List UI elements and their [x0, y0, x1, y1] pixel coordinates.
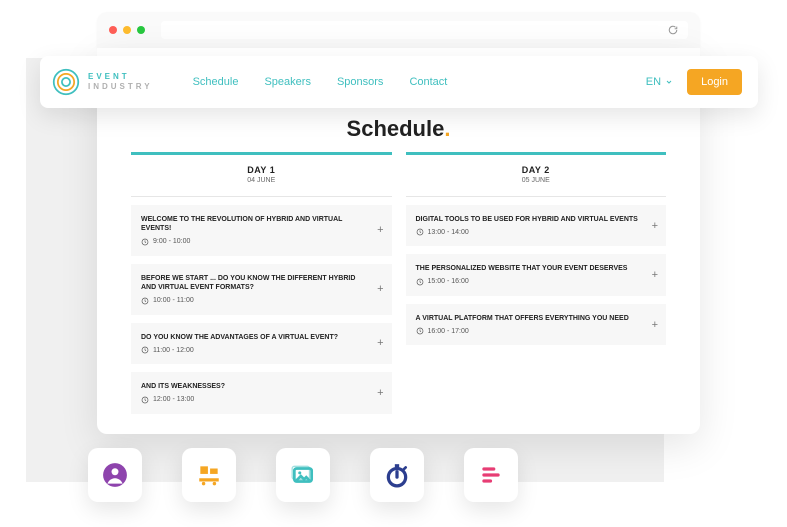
session-item[interactable]: BEFORE WE START ... DO YOU KNOW THE DIFF… — [131, 264, 392, 315]
expand-icon[interactable]: + — [652, 319, 658, 331]
session-item[interactable]: AND ITS WEAKNESSES? 12:00 - 13:00 + — [131, 372, 392, 413]
logo-icon — [52, 68, 80, 96]
day-header: DAY 1 04 JUNE — [131, 155, 392, 197]
session-title: WELCOME TO THE REVOLUTION OF HYBRID AND … — [141, 215, 382, 234]
close-dot[interactable] — [109, 26, 117, 34]
brand-logo[interactable]: EVENT INDUSTRY — [52, 68, 153, 96]
session-item[interactable]: THE PERSONALIZED WEBSITE THAT YOUR EVENT… — [406, 254, 667, 295]
align-icon — [478, 462, 504, 488]
nav-sponsors[interactable]: Sponsors — [337, 76, 383, 88]
nav-speakers[interactable]: Speakers — [264, 76, 310, 88]
schedule-columns: DAY 1 04 JUNE WELCOME TO THE REVOLUTION … — [97, 142, 700, 414]
clock-icon — [416, 228, 424, 236]
page-title: Schedule. — [97, 116, 700, 142]
day-column-1: DAY 1 04 JUNE WELCOME TO THE REVOLUTION … — [131, 152, 392, 414]
session-time-text: 10:00 - 11:00 — [153, 297, 194, 304]
profile-icon — [102, 462, 128, 488]
expand-icon[interactable]: + — [652, 220, 658, 232]
nav-links: Schedule Speakers Sponsors Contact — [193, 76, 448, 88]
image-icon — [290, 462, 316, 488]
expand-icon[interactable]: + — [652, 269, 658, 281]
clock-icon — [141, 396, 149, 404]
minimize-dot[interactable] — [123, 26, 131, 34]
session-time: 9:00 - 10:00 — [141, 238, 382, 246]
language-selector[interactable]: EN — [646, 76, 673, 88]
session-item[interactable]: DIGITAL TOOLS TO BE USED FOR HYBRID AND … — [406, 205, 667, 246]
traffic-lights — [109, 26, 145, 34]
session-time-text: 13:00 - 14:00 — [428, 229, 469, 236]
session-title: BEFORE WE START ... DO YOU KNOW THE DIFF… — [141, 274, 382, 293]
expand-icon[interactable]: + — [377, 224, 383, 236]
session-time-text: 15:00 - 16:00 — [428, 278, 469, 285]
day-header: DAY 2 05 JUNE — [406, 155, 667, 197]
session-item[interactable]: DO YOU KNOW THE ADVANTAGES OF A VIRTUAL … — [131, 323, 392, 364]
day-column-2: DAY 2 05 JUNE DIGITAL TOOLS TO BE USED F… — [406, 152, 667, 345]
expand-icon[interactable]: + — [377, 283, 383, 295]
day-date: 04 JUNE — [131, 177, 392, 184]
tool-stopwatch[interactable] — [370, 448, 424, 502]
session-time-text: 16:00 - 17:00 — [428, 328, 469, 335]
brand-line2: INDUSTRY — [88, 82, 153, 92]
session-time: 15:00 - 16:00 — [416, 278, 657, 286]
clock-icon — [141, 297, 149, 305]
session-time: 10:00 - 11:00 — [141, 297, 382, 305]
language-label: EN — [646, 76, 661, 88]
browser-chrome — [97, 12, 700, 48]
session-time: 12:00 - 13:00 — [141, 396, 382, 404]
session-time: 13:00 - 14:00 — [416, 228, 657, 236]
session-time-text: 12:00 - 13:00 — [153, 396, 194, 403]
session-time-text: 9:00 - 10:00 — [153, 238, 190, 245]
nav-schedule[interactable]: Schedule — [193, 76, 239, 88]
clock-icon — [141, 238, 149, 246]
address-bar[interactable] — [161, 21, 688, 39]
expand-icon[interactable]: + — [377, 337, 383, 349]
page-title-dot: . — [444, 116, 450, 141]
navbar: EVENT INDUSTRY Schedule Speakers Sponsor… — [40, 56, 758, 108]
tool-align[interactable] — [464, 448, 518, 502]
day-date: 05 JUNE — [406, 177, 667, 184]
page-title-text: Schedule — [347, 116, 445, 141]
session-title: A VIRTUAL PLATFORM THAT OFFERS EVERYTHIN… — [416, 314, 657, 323]
blocks-icon — [196, 462, 222, 488]
session-time: 16:00 - 17:00 — [416, 327, 657, 335]
session-title: DIGITAL TOOLS TO BE USED FOR HYBRID AND … — [416, 215, 657, 224]
session-title: AND ITS WEAKNESSES? — [141, 382, 382, 391]
tool-profile[interactable] — [88, 448, 142, 502]
day-name: DAY 2 — [406, 165, 667, 175]
chevron-down-icon — [665, 78, 673, 86]
stopwatch-icon — [384, 462, 410, 488]
brand-line1: EVENT — [88, 72, 153, 82]
tool-image[interactable] — [276, 448, 330, 502]
session-title: DO YOU KNOW THE ADVANTAGES OF A VIRTUAL … — [141, 333, 382, 342]
expand-icon[interactable]: + — [377, 387, 383, 399]
zoom-dot[interactable] — [137, 26, 145, 34]
clock-icon — [416, 278, 424, 286]
session-time: 11:00 - 12:00 — [141, 346, 382, 354]
refresh-icon — [668, 25, 678, 35]
login-button[interactable]: Login — [687, 69, 742, 95]
clock-icon — [141, 346, 149, 354]
tool-blocks[interactable] — [182, 448, 236, 502]
clock-icon — [416, 327, 424, 335]
nav-contact[interactable]: Contact — [409, 76, 447, 88]
brand-text: EVENT INDUSTRY — [88, 72, 153, 91]
day-name: DAY 1 — [131, 165, 392, 175]
tool-row — [88, 448, 518, 502]
session-item[interactable]: WELCOME TO THE REVOLUTION OF HYBRID AND … — [131, 205, 392, 256]
session-item[interactable]: A VIRTUAL PLATFORM THAT OFFERS EVERYTHIN… — [406, 304, 667, 345]
session-title: THE PERSONALIZED WEBSITE THAT YOUR EVENT… — [416, 264, 657, 273]
session-time-text: 11:00 - 12:00 — [153, 347, 194, 354]
